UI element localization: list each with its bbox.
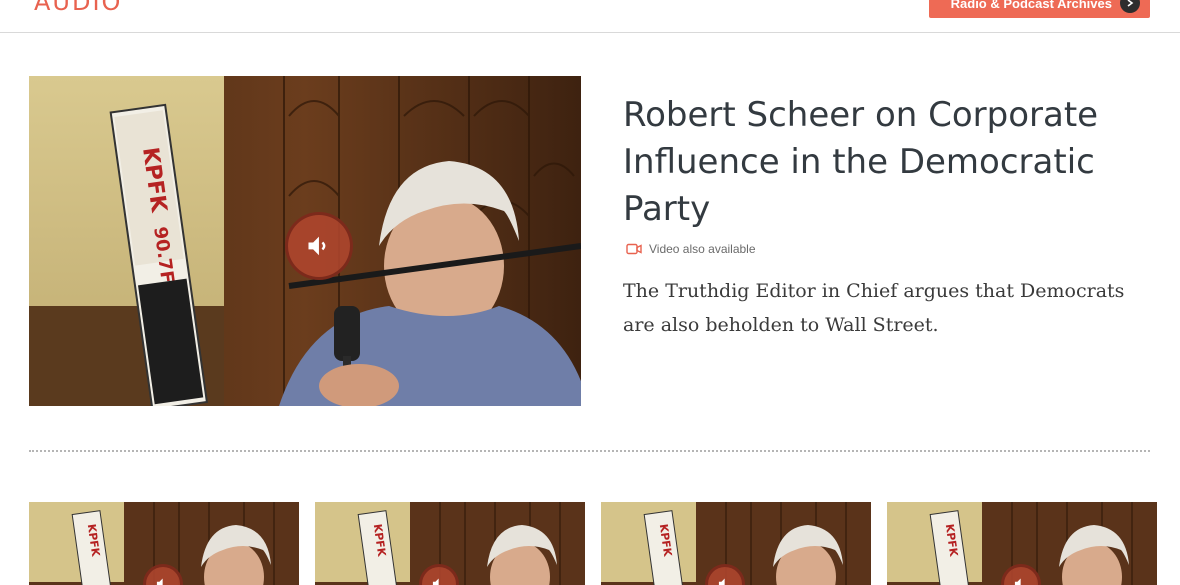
radio-podcast-archives-button[interactable]: Radio & Podcast Archives [929,0,1150,18]
thumbnail-card-2[interactable]: KPFK [315,502,585,585]
arrow-right-icon [1120,0,1140,13]
section-divider [29,450,1150,452]
page-header: AUDIO Radio & Podcast Archives [0,0,1180,33]
thumbnail-card-1[interactable]: KPFK [29,502,299,585]
section-title: AUDIO [34,0,123,16]
video-available-note: Video also available [626,242,756,256]
thumbnail-card-4[interactable]: KPFK [887,502,1157,585]
archive-button-label: Radio & Podcast Archives [950,0,1112,11]
speaker-icon[interactable] [285,212,353,280]
video-camera-icon [626,243,642,255]
featured-title[interactable]: Robert Scheer on Corporate Influence in … [623,92,1143,233]
featured-description: The Truthdig Editor in Chief argues that… [623,280,1125,336]
thumbnail-card-3[interactable]: KPFK [601,502,871,585]
video-note-label: Video also available [649,242,756,256]
featured-image[interactable]: KPFK 90.7FM [29,76,581,406]
